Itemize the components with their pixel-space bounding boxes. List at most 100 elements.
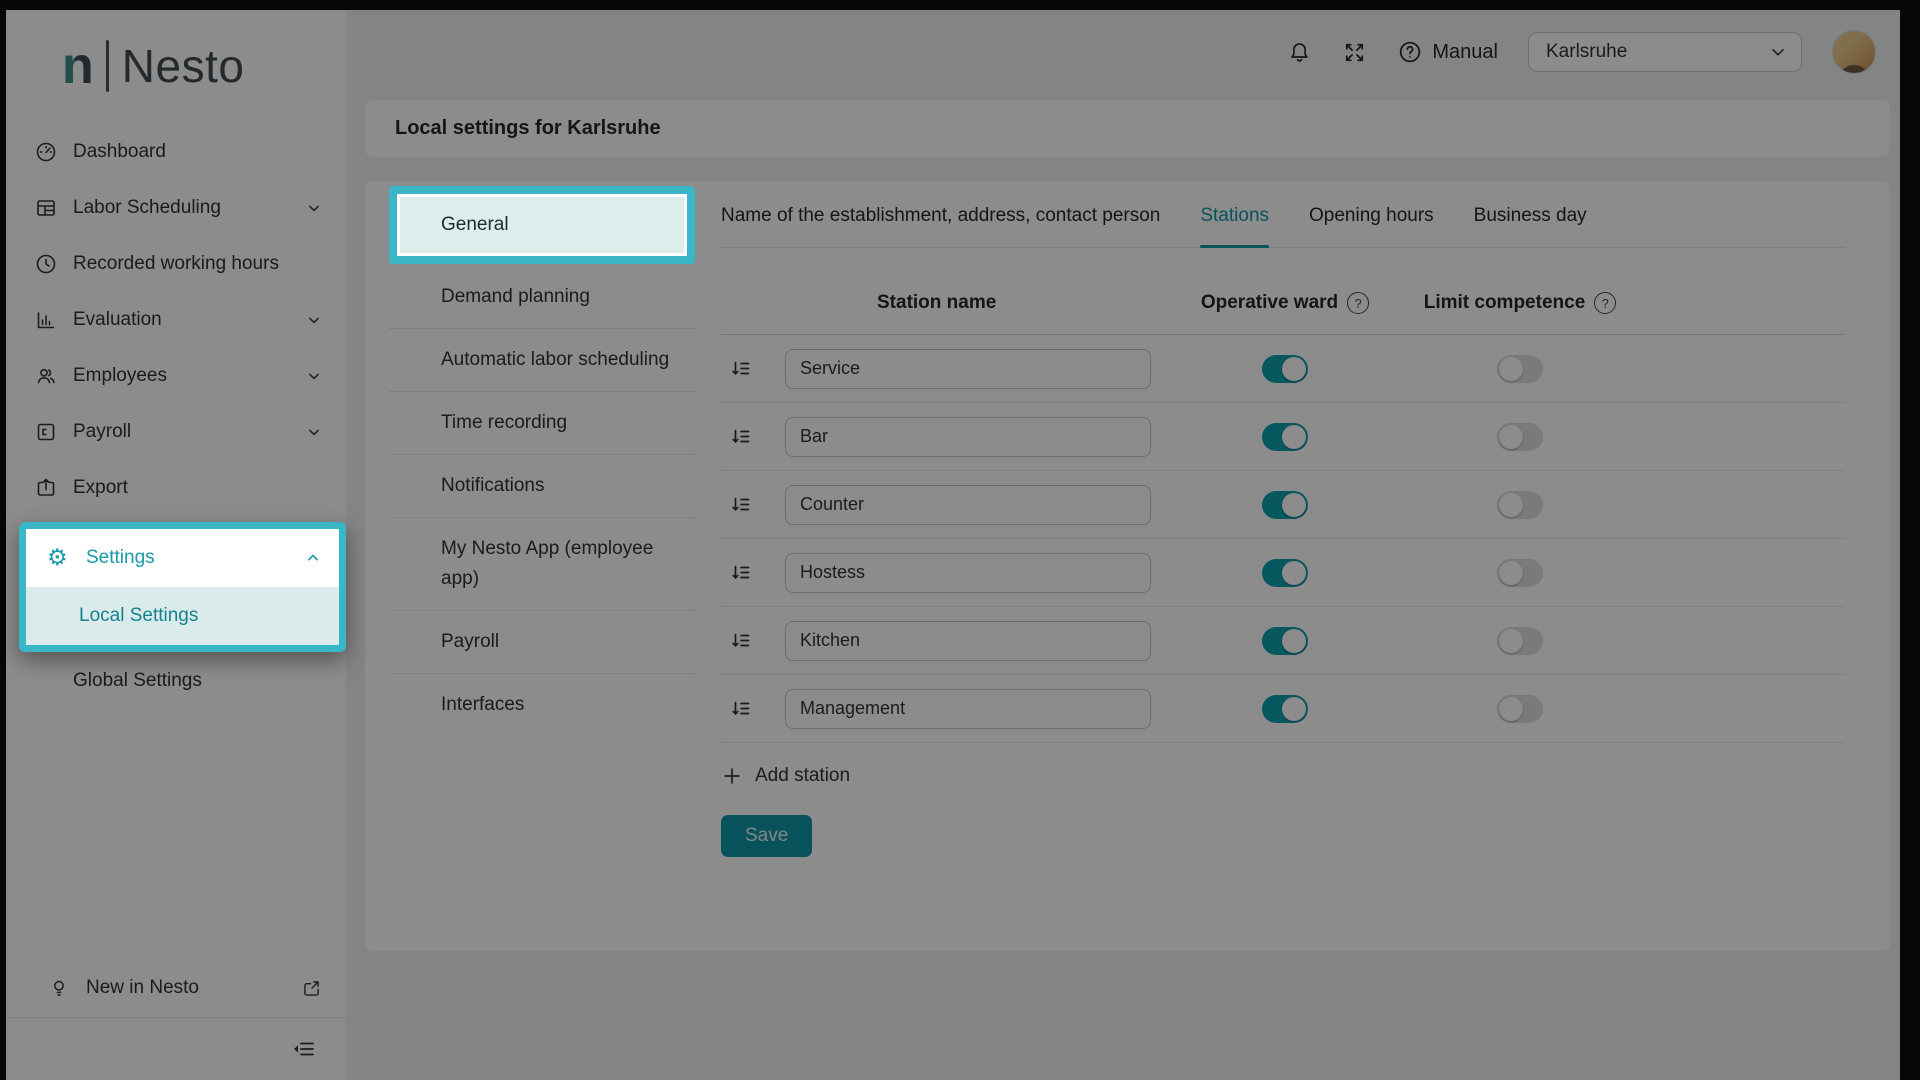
sidebar-spacer bbox=[6, 714, 346, 959]
chevron-down-icon bbox=[304, 198, 324, 218]
bar-chart-icon bbox=[34, 308, 58, 332]
limit-competence-toggle[interactable] bbox=[1497, 627, 1543, 655]
station-name-input[interactable] bbox=[785, 417, 1151, 457]
chevron-up-icon bbox=[303, 548, 323, 568]
logo-n-glyph: nn bbox=[62, 40, 93, 92]
subnav-item-payroll[interactable]: Payroll bbox=[389, 610, 695, 673]
operative-ward-toggle[interactable] bbox=[1262, 355, 1308, 383]
subnav-item-automatic-labor-scheduling[interactable]: Automatic labor scheduling bbox=[389, 328, 695, 391]
drag-sort-icon[interactable] bbox=[729, 357, 753, 381]
limit-competence-toggle[interactable] bbox=[1497, 695, 1543, 723]
sidebar-item-local-settings[interactable]: Local Settings bbox=[26, 587, 339, 645]
screen: nn Nesto Dashboard Labor Scheduling bbox=[0, 0, 1920, 1080]
station-row bbox=[721, 471, 1845, 539]
column-header-operative-ward: Operative ward ? bbox=[1165, 292, 1405, 314]
help-icon[interactable]: ? bbox=[1594, 292, 1616, 314]
sidebar-item-new-in-nesto[interactable]: New in Nesto bbox=[6, 959, 346, 1017]
tab-establishment[interactable]: Name of the establishment, address, cont… bbox=[721, 205, 1160, 247]
logo-wordmark: Nesto bbox=[122, 39, 245, 93]
expand-icon[interactable] bbox=[1342, 40, 1367, 65]
collapse-sidebar-icon[interactable] bbox=[292, 1037, 316, 1061]
operative-ward-toggle[interactable] bbox=[1262, 423, 1308, 451]
bell-icon[interactable] bbox=[1287, 40, 1312, 65]
chevron-down-icon bbox=[304, 422, 324, 442]
help-icon bbox=[1397, 39, 1423, 65]
general-highlight-box: General bbox=[389, 186, 695, 264]
sidebar-item-evaluation[interactable]: Evaluation bbox=[6, 292, 346, 348]
gear-icon: ⚙ bbox=[47, 547, 71, 570]
sidebar-item-recorded-working-hours[interactable]: Recorded working hours bbox=[6, 236, 346, 292]
station-row bbox=[721, 675, 1845, 743]
tab-stations[interactable]: Stations bbox=[1200, 205, 1269, 247]
drag-sort-icon[interactable] bbox=[729, 425, 753, 449]
limit-competence-toggle[interactable] bbox=[1497, 491, 1543, 519]
subnav-item-my-nesto-app[interactable]: My Nesto App (employee app) bbox=[389, 517, 695, 610]
sidebar-item-employees[interactable]: Employees bbox=[6, 348, 346, 404]
clock-icon bbox=[34, 252, 58, 276]
station-row bbox=[721, 403, 1845, 471]
limit-competence-toggle[interactable] bbox=[1497, 355, 1543, 383]
drag-sort-icon[interactable] bbox=[729, 561, 753, 585]
logo-divider bbox=[106, 40, 109, 92]
station-name-input[interactable] bbox=[785, 485, 1151, 525]
operative-ward-toggle[interactable] bbox=[1262, 491, 1308, 519]
limit-competence-toggle[interactable] bbox=[1497, 423, 1543, 451]
external-link-icon bbox=[301, 978, 322, 999]
chevron-down-icon bbox=[304, 310, 324, 330]
column-header-station-name: Station name bbox=[785, 292, 1165, 314]
tab-business-day[interactable]: Business day bbox=[1474, 205, 1587, 247]
settings-highlight-box: ⚙ Settings Local Settings bbox=[19, 522, 346, 652]
gauge-icon bbox=[34, 140, 58, 164]
sidebar: nn Nesto Dashboard Labor Scheduling bbox=[6, 10, 346, 1080]
page-title: Local settings for Karlsruhe bbox=[395, 117, 661, 140]
sidebar-item-labor-scheduling[interactable]: Labor Scheduling bbox=[6, 180, 346, 236]
settings-panel: General Demand planning Automatic labor … bbox=[365, 181, 1890, 951]
location-selector[interactable]: Karlsruhe bbox=[1528, 32, 1802, 72]
stations-content: Name of the establishment, address, cont… bbox=[695, 181, 1890, 951]
help-icon[interactable]: ? bbox=[1347, 292, 1369, 314]
operative-ward-toggle[interactable] bbox=[1262, 627, 1308, 655]
settings-subnav: General Demand planning Automatic labor … bbox=[365, 181, 695, 951]
operative-ward-toggle[interactable] bbox=[1262, 559, 1308, 587]
save-button[interactable]: Save bbox=[721, 815, 812, 857]
app-window: nn Nesto Dashboard Labor Scheduling bbox=[6, 10, 1900, 1080]
station-name-input[interactable] bbox=[785, 689, 1151, 729]
people-icon bbox=[34, 364, 58, 388]
sidebar-item-settings[interactable]: ⚙ Settings bbox=[26, 529, 339, 587]
station-row bbox=[721, 539, 1845, 607]
sidebar-item-export[interactable]: Export bbox=[6, 460, 346, 516]
add-station-button[interactable]: Add station bbox=[721, 765, 850, 787]
avatar[interactable] bbox=[1832, 30, 1876, 74]
sidebar-item-payroll[interactable]: Payroll bbox=[6, 404, 346, 460]
tabs: Name of the establishment, address, cont… bbox=[721, 181, 1845, 248]
subnav-item-time-recording[interactable]: Time recording bbox=[389, 391, 695, 454]
drag-sort-icon[interactable] bbox=[729, 493, 753, 517]
stations-table-header: Station name Operative ward ? Limit comp… bbox=[721, 292, 1845, 335]
station-name-input[interactable] bbox=[785, 621, 1151, 661]
topbar: Manual Karlsruhe bbox=[1287, 24, 1876, 80]
subnav-item-notifications[interactable]: Notifications bbox=[389, 454, 695, 517]
chevron-down-icon bbox=[304, 366, 324, 386]
subnav-item-general[interactable]: General bbox=[400, 197, 684, 253]
station-name-input[interactable] bbox=[785, 349, 1151, 389]
operative-ward-toggle[interactable] bbox=[1262, 695, 1308, 723]
nesto-logo: nn Nesto bbox=[6, 10, 346, 116]
sidebar-collapse-row bbox=[6, 1018, 346, 1080]
page-header-card: Local settings for Karlsruhe bbox=[365, 100, 1890, 157]
drag-sort-icon[interactable] bbox=[729, 629, 753, 653]
sidebar-item-dashboard[interactable]: Dashboard bbox=[6, 124, 346, 180]
sidebar-item-global-settings[interactable]: Global Settings bbox=[6, 652, 346, 714]
column-header-limit-competence: Limit competence ? bbox=[1405, 292, 1635, 314]
lightbulb-icon bbox=[48, 977, 70, 999]
station-row bbox=[721, 335, 1845, 403]
chevron-down-icon bbox=[1767, 41, 1789, 63]
limit-competence-toggle[interactable] bbox=[1497, 559, 1543, 587]
plus-icon bbox=[721, 765, 743, 787]
drag-sort-icon[interactable] bbox=[729, 697, 753, 721]
station-name-input[interactable] bbox=[785, 553, 1151, 593]
tab-opening-hours[interactable]: Opening hours bbox=[1309, 205, 1434, 247]
subnav-item-demand-planning[interactable]: Demand planning bbox=[389, 266, 695, 328]
station-row bbox=[721, 607, 1845, 675]
manual-link[interactable]: Manual bbox=[1397, 39, 1498, 65]
subnav-item-interfaces[interactable]: Interfaces bbox=[389, 673, 695, 736]
